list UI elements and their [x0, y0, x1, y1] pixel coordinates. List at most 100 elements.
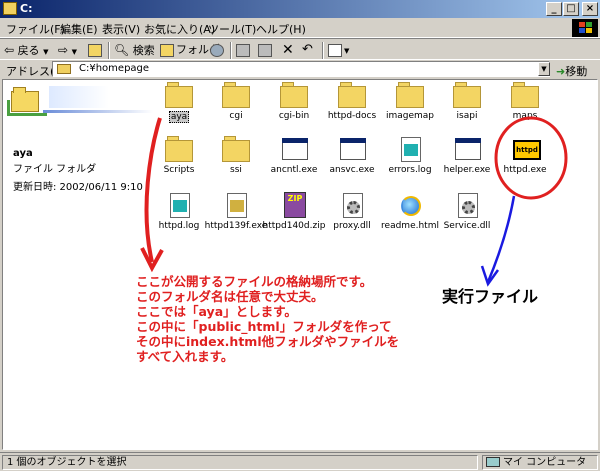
address-dropdown-button[interactable]: ▼ — [538, 62, 550, 76]
folder-icon — [57, 64, 71, 74]
file-label: httpd.log — [158, 221, 200, 231]
httpd-icon-text: httpd — [513, 140, 541, 160]
annotation-line: ここが公開するファイルの格納場所です。 — [136, 274, 373, 289]
file-label: ancntl.exe — [270, 165, 318, 175]
folder-icon — [222, 136, 250, 162]
executable-label: 実行ファイル — [442, 287, 539, 306]
search-button[interactable]: 🔍︎ 検索 — [114, 42, 155, 58]
log-file-icon — [396, 136, 424, 162]
file-item-maps[interactable]: maps — [488, 82, 562, 121]
move-to-icon — [236, 43, 250, 57]
menu-help[interactable]: ヘルプ(H) — [256, 21, 306, 37]
file-view[interactable]: aya ファイル フォルダ 更新日時: 2002/06/11 9:10 aya … — [2, 79, 598, 450]
go-label: 移動 — [565, 65, 588, 78]
menu-edit[interactable]: 編集(E) — [60, 21, 98, 37]
folder-banner — [3, 86, 153, 118]
annotation-text: ここが公開するファイルの格納場所です。 このフォルダ名は任意で大丈夫。 ここでは… — [136, 274, 399, 364]
file-label: cgi-bin — [278, 111, 310, 121]
copy-to-icon — [258, 43, 272, 57]
up-folder-icon — [88, 43, 102, 57]
history-icon — [210, 43, 224, 57]
back-label: 戻る — [17, 44, 40, 57]
file-label: isapi — [456, 111, 478, 121]
file-item-httpd-exe[interactable]: httpd httpd.exe — [488, 136, 562, 175]
toolbar-separator — [230, 42, 232, 59]
application-icon — [338, 136, 366, 162]
search-icon: 🔍︎ — [114, 43, 130, 57]
file-label: imagemap — [385, 111, 435, 121]
folder-icon — [338, 82, 366, 108]
dll-gear-icon — [338, 192, 366, 218]
undo-button[interactable]: ↶ — [302, 42, 313, 58]
file-label: httpd-docs — [327, 111, 377, 121]
title-bar[interactable]: C: _ □ × — [0, 0, 600, 18]
back-arrow-icon: ⇦ — [4, 43, 15, 57]
folder-icon — [165, 82, 193, 108]
file-label: cgi — [229, 111, 243, 121]
log-file-icon — [165, 192, 193, 218]
menu-tools[interactable]: ツール(T) — [208, 21, 256, 37]
folder-icon — [453, 82, 481, 108]
banner-wash — [49, 86, 109, 108]
history-button[interactable] — [210, 42, 226, 58]
annotation-line: ここでは「aya」とします。 — [136, 304, 297, 319]
file-label: Service.dll — [443, 221, 491, 231]
file-label: maps — [512, 111, 538, 121]
menu-favorites[interactable]: お気に入り(A) — [144, 21, 215, 37]
file-label: errors.log — [388, 165, 432, 175]
file-label: ansvc.exe — [329, 165, 375, 175]
maximize-button[interactable]: □ — [563, 2, 579, 16]
file-label: ssi — [230, 165, 242, 175]
zip-icon-text: ZIP — [284, 192, 306, 218]
folder-icon — [11, 87, 39, 112]
chevron-down-icon: ▼ — [43, 48, 49, 56]
chevron-down-icon: ▼ — [344, 47, 350, 55]
delete-button[interactable]: ✕ — [282, 42, 294, 58]
menu-bar: ファイル(F) 編集(E) 表示(V) お気に入り(A) ツール(T) ヘルプ(… — [0, 18, 600, 38]
move-to-button[interactable] — [236, 42, 252, 58]
address-value: C:¥homepage — [79, 63, 150, 74]
folder-icon — [165, 136, 193, 162]
forward-button[interactable]: ⇨ ▼ — [58, 42, 77, 58]
address-bar: アドレス(D) C:¥homepage ▼ ➜移動 — [0, 60, 600, 78]
delete-icon: ✕ — [282, 42, 294, 58]
selected-item-type: ファイル フォルダ — [13, 164, 97, 175]
close-button[interactable]: × — [582, 2, 598, 16]
folder-icon — [222, 82, 250, 108]
file-label: proxy.dll — [333, 221, 371, 231]
views-icon — [328, 43, 342, 57]
selected-item-date: 更新日時: 2002/06/11 9:10 — [13, 182, 143, 193]
up-folder-button[interactable] — [88, 42, 104, 58]
chevron-down-icon: ▼ — [71, 48, 77, 56]
status-zone: マイ コンピュータ — [482, 455, 598, 470]
minimize-button[interactable]: _ — [546, 2, 562, 16]
annotation-line: すべて入れます。 — [136, 349, 234, 364]
menu-file[interactable]: ファイル(F) — [6, 21, 65, 37]
internet-explorer-icon — [396, 192, 424, 218]
search-label: 検索 — [132, 44, 155, 57]
folder-tree-icon — [160, 43, 174, 57]
folder-icon — [280, 82, 308, 108]
application-icon — [453, 136, 481, 162]
file-label: httpd.exe — [503, 165, 547, 175]
windows-logo-icon — [572, 19, 598, 37]
window-title: C: — [20, 2, 33, 15]
computer-icon — [486, 457, 500, 467]
go-button[interactable]: ➜移動 — [556, 63, 587, 79]
zip-archive-icon: ZIP — [280, 192, 308, 218]
file-label: aya — [168, 111, 190, 123]
banner-line — [43, 110, 153, 113]
file-item-service-dll[interactable]: Service.dll — [430, 192, 504, 231]
views-button[interactable]: ▼ — [328, 42, 349, 58]
application-icon — [280, 136, 308, 162]
annotation-line: このフォルダ名は任意で大丈夫。 — [136, 289, 324, 304]
toolbar-separator — [322, 42, 324, 59]
copy-to-button[interactable] — [258, 42, 274, 58]
setup-icon — [222, 192, 250, 218]
address-input[interactable]: C:¥homepage — [52, 61, 550, 77]
annotation-line: その中にindex.html他フォルダやファイルを — [136, 334, 400, 349]
menu-view[interactable]: 表示(V) — [102, 21, 140, 37]
file-label: helper.exe — [443, 165, 491, 175]
status-zone-label: マイ コンピュータ — [503, 457, 587, 468]
back-button[interactable]: ⇦ 戻る ▼ — [4, 42, 48, 58]
